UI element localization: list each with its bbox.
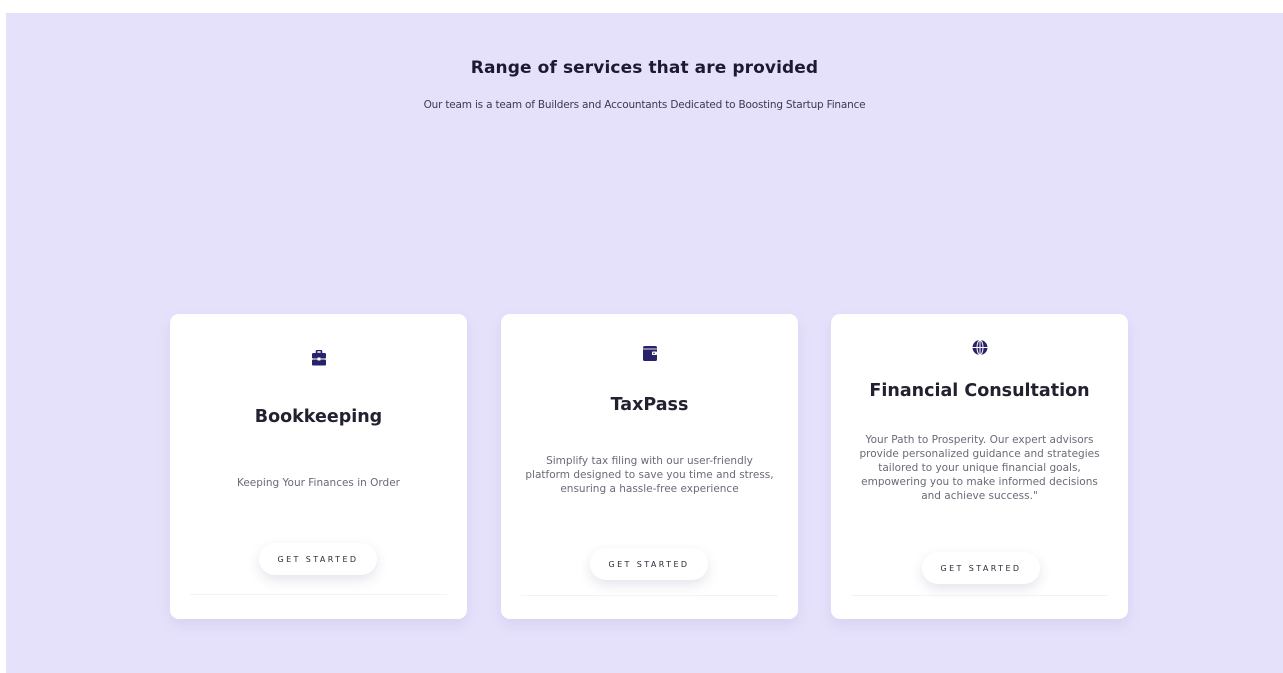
card-title: Bookkeeping xyxy=(254,407,383,427)
services-section: Range of services that are provided Our … xyxy=(6,13,1283,673)
card-description: Keeping Your Finances in Order xyxy=(236,477,400,489)
section-subtitle: Our team is a team of Builders and Accou… xyxy=(423,99,866,111)
service-card-bookkeeping: Bookkeeping Keeping Your Finances in Ord… xyxy=(170,314,467,619)
card-divider xyxy=(521,595,778,596)
get-started-button[interactable]: GET STARTED xyxy=(259,543,377,575)
service-card-financial-consultation: Financial Consultation Your Path to Pros… xyxy=(831,314,1128,619)
card-description: Simplify tax filing with our user-friend… xyxy=(525,455,774,495)
card-divider xyxy=(851,595,1108,596)
card-description: Your Path to Prosperity. Our expert advi… xyxy=(859,434,1100,502)
globe-icon xyxy=(831,339,1128,356)
get-started-button[interactable]: GET STARTED xyxy=(922,552,1040,584)
wallet-icon xyxy=(501,346,798,361)
section-title: Range of services that are provided xyxy=(470,58,819,78)
card-title: Financial Consultation xyxy=(869,381,1090,401)
service-card-taxpass: TaxPass Simplify tax filing with our use… xyxy=(501,314,798,619)
get-started-button[interactable]: GET STARTED xyxy=(590,548,708,580)
card-title: TaxPass xyxy=(610,395,689,415)
card-divider xyxy=(190,594,447,595)
briefcase-icon xyxy=(170,350,467,366)
